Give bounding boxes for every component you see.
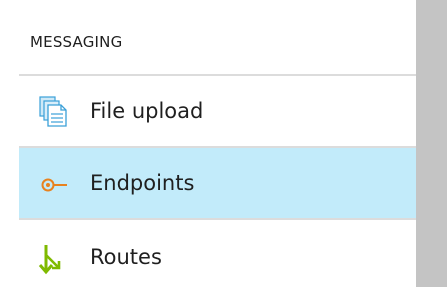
file-upload-icon — [39, 96, 67, 127]
app-window: MESSAGING File upload Endpoints Routes — [0, 0, 447, 287]
routes-icon — [38, 245, 61, 275]
menu-item-label: Endpoints — [90, 171, 195, 195]
resource-menu: MESSAGING File upload Endpoints Routes — [0, 0, 416, 287]
menu-item-label: File upload — [90, 99, 204, 123]
menu-item-file-upload[interactable]: File upload — [19, 76, 416, 146]
menu-item-label: Routes — [90, 245, 162, 269]
endpoints-icon — [41, 178, 67, 192]
divider — [19, 218, 416, 220]
section-heading-messaging: MESSAGING — [30, 33, 123, 51]
menu-item-routes[interactable]: Routes — [19, 222, 416, 287]
vertical-scrollbar[interactable] — [416, 0, 447, 287]
menu-item-endpoints[interactable]: Endpoints — [19, 148, 416, 218]
